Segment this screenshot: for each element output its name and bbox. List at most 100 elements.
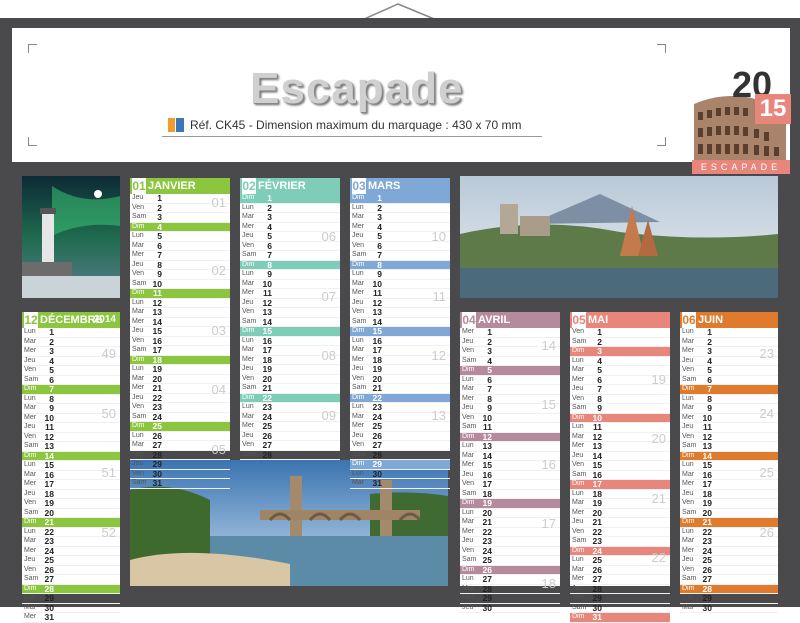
day-number: 13 — [262, 307, 272, 317]
weekday-label: Mar — [462, 584, 475, 592]
weekday-label: Ven — [462, 413, 475, 421]
day-number: 18 — [262, 354, 272, 365]
day-number: 22 — [592, 526, 602, 537]
day-number: 25 — [152, 421, 162, 431]
day-number: 12 — [262, 297, 272, 308]
day-number: 26 — [482, 564, 492, 575]
day-row: Lun 16 — [350, 336, 450, 346]
weekday-label: Dim — [352, 393, 365, 401]
weekday-label: Lun — [24, 328, 36, 335]
day-number: 30 — [592, 602, 602, 613]
month-june: 06 JUIN Lun 1 Mar 2 Mer 3 Jeu 4 Ven 5 Sam 6 Dim 7 Lun 8 Ma… — [680, 312, 778, 613]
day-number: 7 — [597, 384, 602, 394]
weekday-label: Mar — [462, 518, 475, 525]
day-row: Lun 9 — [350, 270, 450, 280]
day-number: 12 — [372, 297, 382, 308]
day-row: Lun 1 — [680, 328, 778, 338]
day-number: 23 — [592, 536, 602, 546]
day-number: 1 — [597, 327, 602, 337]
weekday-label: Jeu — [132, 393, 144, 401]
day-number: 5 — [597, 365, 602, 375]
day-number: 22 — [372, 392, 382, 403]
day-number: 22 — [482, 526, 492, 537]
weekday-label: Ven — [682, 499, 695, 506]
day-row: Ven 24 — [460, 546, 560, 556]
day-number: 5 — [267, 231, 272, 241]
weekday-label: Lun — [682, 527, 694, 535]
day-row: Ven 19 — [22, 499, 120, 509]
month-march: 03 MARS Dim 1 Lun 2 Mar 3 Mer 4 Jeu 5 Ven 6 Sam 7 Dim 8 Lu… — [350, 178, 450, 489]
weekday-label: Mar — [352, 279, 365, 287]
weekday-label: Sam — [352, 384, 367, 391]
crop-mark — [28, 44, 37, 53]
month-april: 04 AVRIL Mer 1 Jeu 2 Ven 3 Sam 4 Dim 5 Lun 6 Mar 7 Mer 8 J… — [460, 312, 560, 613]
day-number: 13 — [702, 441, 712, 451]
day-number: 7 — [49, 384, 54, 394]
day-row: Lun 30 — [350, 469, 450, 479]
weekday-label: Dim — [572, 413, 585, 421]
day-number: 13 — [482, 441, 492, 451]
day-row: Ven 12 — [22, 431, 120, 442]
day-number: 23 — [262, 402, 272, 412]
day-number: 13 — [592, 441, 602, 451]
day-row: Ven 5 — [680, 366, 778, 376]
month-name: JUIN — [698, 314, 724, 326]
weekday-label: Sam — [132, 412, 147, 420]
weekday-label: Lun — [462, 575, 474, 582]
day-number: 14 — [592, 450, 602, 461]
day-row: Jeu 23 — [460, 537, 560, 547]
day-number: 27 — [482, 574, 492, 584]
day-number: 1 — [487, 327, 492, 337]
day-number: 24 — [592, 545, 602, 556]
month-name: FÉVRIER — [258, 180, 306, 192]
weekday-label: Mer — [572, 375, 585, 383]
day-row: Mar 30 — [22, 602, 120, 613]
day-row: Lun 2 — [350, 203, 450, 213]
weekday-label: Lun — [132, 298, 144, 306]
day-row: Ven 27 — [350, 441, 450, 451]
weekday-label: Mar — [24, 470, 37, 478]
weekday-label: Jeu — [24, 489, 36, 497]
weekday-label: Jeu — [462, 404, 474, 411]
weekday-label: Lun — [352, 336, 364, 344]
weekday-label: Jeu — [242, 365, 254, 372]
day-number: 18 — [482, 488, 492, 499]
weekday-label: Jeu — [682, 556, 694, 563]
day-number: 21 — [702, 517, 712, 527]
day-row: Mar 13 — [130, 308, 230, 318]
weekday-label: Ven — [572, 394, 585, 402]
month-header: 04 AVRIL — [460, 312, 560, 328]
weekday-label: Sam — [462, 356, 477, 364]
day-number: 3 — [267, 212, 272, 222]
day-number: 15 — [152, 326, 162, 336]
weekday-label: Ven — [24, 366, 37, 373]
weekday-label: Sam — [242, 450, 257, 458]
day-number: 14 — [44, 450, 54, 461]
day-number: 12 — [44, 431, 54, 442]
day-row: Mar 31 — [350, 479, 450, 489]
day-number: 17 — [702, 479, 712, 489]
week-number: 06 — [321, 229, 336, 244]
day-number: 15 — [482, 460, 492, 470]
weekday-label: Sam — [24, 375, 39, 383]
week-number: 11 — [432, 288, 447, 304]
weekday-label: Sam — [24, 508, 39, 516]
weekday-label: Ven — [352, 308, 365, 315]
day-number: 7 — [157, 250, 162, 260]
weekday-label: Mar — [572, 499, 585, 506]
day-number: 20 — [372, 373, 382, 384]
day-number: 30 — [152, 468, 162, 479]
week-number: 21 — [651, 490, 666, 506]
weekday-label: Dim — [24, 518, 37, 525]
month-header: 06 JUIN — [680, 312, 778, 328]
day-number: 2 — [49, 336, 54, 347]
day-row: Dim 28 — [680, 584, 778, 594]
day-row: Dim 18 — [130, 355, 230, 365]
month-number: 02 — [242, 178, 256, 194]
day-number: 30 — [44, 602, 54, 613]
weekday-label: Dim — [572, 546, 585, 554]
day-number: 10 — [702, 412, 712, 423]
weekday-label: Mar — [572, 432, 585, 440]
day-row: Jeu 26 — [350, 431, 450, 441]
day-number: 8 — [267, 259, 272, 270]
